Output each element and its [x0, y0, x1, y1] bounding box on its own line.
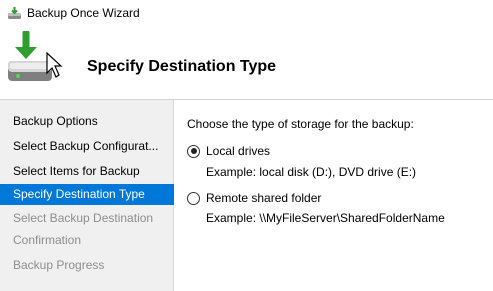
- backup-drive-icon: [8, 31, 63, 81]
- step-select-backup-destination: Select Backup Destination: [13, 211, 154, 225]
- step-confirmation: Confirmation: [13, 233, 82, 247]
- title-bar: Backup Once Wizard: [0, 0, 493, 27]
- step-backup-options[interactable]: Backup Options: [0, 111, 174, 132]
- remote-shared-folder-option[interactable]: Remote shared folder: [187, 191, 321, 205]
- storage-type-prompt: Choose the type of storage for the backu…: [187, 117, 414, 131]
- step-specify-destination-type[interactable]: Specify Destination Type: [0, 184, 174, 205]
- page-title: Specify Destination Type: [87, 58, 277, 75]
- local-drives-radio[interactable]: [187, 144, 200, 158]
- step-select-backup-configuration[interactable]: Select Backup Configurat...: [0, 136, 174, 157]
- remote-shared-folder-label[interactable]: Remote shared folder: [206, 191, 321, 205]
- remote-shared-folder-radio[interactable]: [187, 191, 200, 205]
- wizard-window: Backup Once Wizard Specify Destination T…: [0, 0, 493, 291]
- wizard-header: Specify Destination Type: [0, 27, 493, 100]
- backup-wizard-icon: [8, 7, 21, 19]
- remote-shared-folder-example: Example: \\MyFileServer\SharedFolderName: [206, 211, 445, 225]
- main-content: Choose the type of storage for the backu…: [175, 100, 493, 291]
- window-title: Backup Once Wizard: [27, 6, 140, 20]
- step-backup-progress: Backup Progress: [13, 258, 105, 272]
- local-drives-option[interactable]: Local drives: [187, 144, 270, 158]
- wizard-steps-sidebar: Backup Options Select Backup Configurat.…: [0, 100, 174, 291]
- step-select-items-for-backup[interactable]: Select Items for Backup: [0, 161, 174, 182]
- local-drives-example: Example: local disk (D:), DVD drive (E:): [206, 165, 417, 179]
- local-drives-label[interactable]: Local drives: [206, 144, 270, 158]
